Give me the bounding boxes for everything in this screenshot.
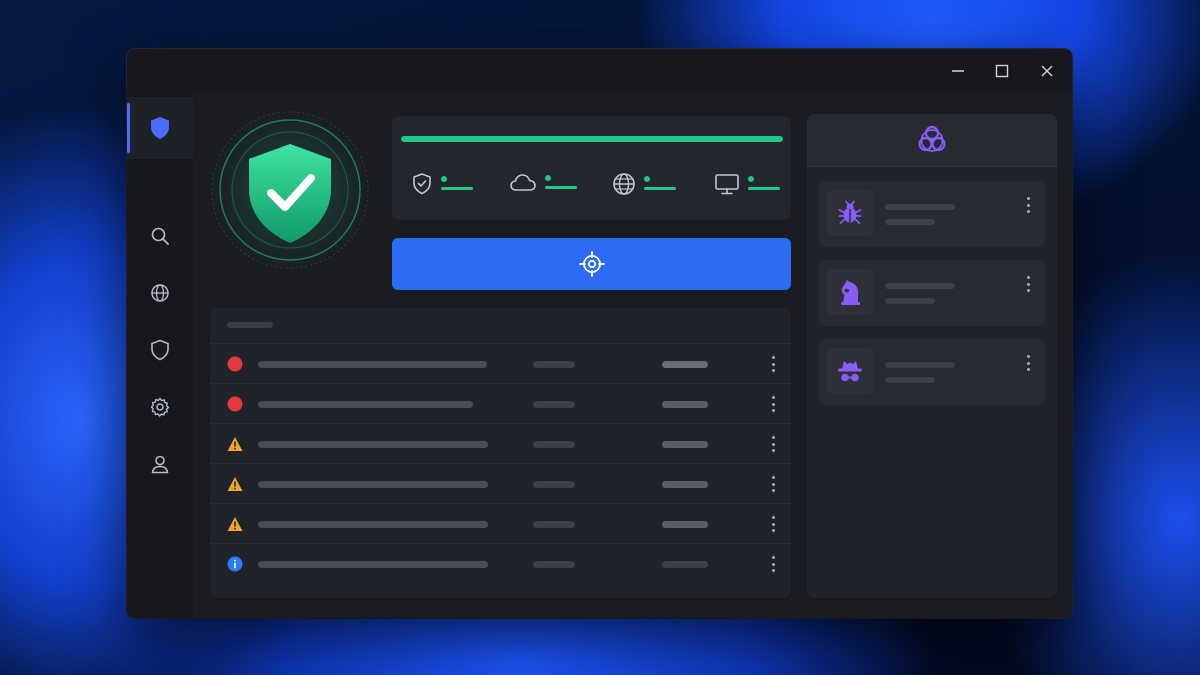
- table-row[interactable]: [210, 343, 791, 384]
- stat-web: [612, 172, 676, 196]
- threat-item[interactable]: [819, 339, 1045, 405]
- sidebar: [127, 93, 193, 618]
- status-card: [392, 116, 791, 220]
- title-bar: [127, 49, 1072, 93]
- threat-item[interactable]: [819, 181, 1045, 247]
- threat-item[interactable]: [819, 260, 1045, 326]
- more-options-icon[interactable]: [768, 394, 778, 414]
- close-icon: [1041, 65, 1053, 77]
- warning-icon: [227, 477, 243, 491]
- more-options-icon[interactable]: [768, 434, 778, 454]
- table-row[interactable]: [210, 543, 791, 584]
- stat-indicator: [441, 176, 473, 192]
- threat-icon-box: [827, 269, 873, 315]
- events-list: [210, 308, 791, 598]
- threat-icon-box: [827, 190, 873, 236]
- more-options-icon[interactable]: [768, 354, 778, 374]
- threats-header: [807, 114, 1057, 167]
- minimize-icon: [952, 70, 964, 72]
- chess-knight-icon: [841, 279, 860, 305]
- sidebar-item-scan[interactable]: [127, 205, 193, 267]
- protection-progress: [401, 136, 783, 142]
- critical-icon: [227, 396, 243, 412]
- stat-indicator: [748, 176, 780, 192]
- stat-device: [714, 172, 780, 196]
- antivirus-window: [127, 49, 1072, 618]
- spy-icon: [838, 361, 862, 382]
- progress-fill: [401, 136, 783, 142]
- list-header: [227, 322, 273, 328]
- more-options-icon[interactable]: [1024, 353, 1032, 373]
- table-row[interactable]: [210, 423, 791, 464]
- table-row[interactable]: [210, 503, 791, 544]
- gear-icon: [150, 397, 170, 417]
- maximize-icon: [995, 64, 1009, 78]
- warning-icon: [227, 517, 243, 531]
- info-icon: [227, 556, 243, 572]
- close-button[interactable]: [1036, 61, 1058, 81]
- shield-check-large-icon: [210, 110, 370, 270]
- threats-panel: [807, 114, 1057, 598]
- threat-icon-box: [827, 348, 873, 394]
- monitor-icon: [715, 174, 739, 195]
- sidebar-item-account[interactable]: [127, 433, 193, 495]
- sidebar-item-settings[interactable]: [127, 376, 193, 438]
- user-icon: [151, 455, 169, 474]
- sidebar-item-web[interactable]: [127, 262, 193, 324]
- biohazard-icon: [918, 125, 946, 152]
- scan-button[interactable]: [392, 238, 791, 290]
- more-options-icon[interactable]: [1024, 195, 1032, 215]
- sidebar-item-shield[interactable]: [127, 319, 193, 381]
- shield-outline-icon: [151, 339, 169, 361]
- stat-cloud: [509, 172, 577, 194]
- cloud-icon: [510, 174, 536, 191]
- globe-icon: [151, 284, 169, 302]
- bug-icon: [838, 200, 862, 224]
- shield-fill-icon: [151, 117, 169, 139]
- more-options-icon[interactable]: [768, 554, 778, 574]
- warning-icon: [227, 437, 243, 451]
- maximize-button[interactable]: [991, 61, 1013, 81]
- target-icon: [578, 251, 605, 277]
- stat-indicator: [545, 175, 577, 191]
- table-row[interactable]: [210, 383, 791, 424]
- more-options-icon[interactable]: [1024, 274, 1032, 294]
- search-icon: [151, 227, 169, 245]
- protection-status: [207, 107, 373, 273]
- globe-icon: [613, 173, 635, 195]
- critical-icon: [227, 356, 243, 372]
- more-options-icon[interactable]: [768, 514, 778, 534]
- sidebar-item-protection[interactable]: [127, 97, 193, 159]
- table-row[interactable]: [210, 463, 791, 504]
- shield-check-icon: [413, 173, 431, 195]
- stat-realtime: [411, 172, 473, 196]
- minimize-button[interactable]: [947, 61, 969, 81]
- more-options-icon[interactable]: [768, 474, 778, 494]
- stat-indicator: [644, 176, 676, 192]
